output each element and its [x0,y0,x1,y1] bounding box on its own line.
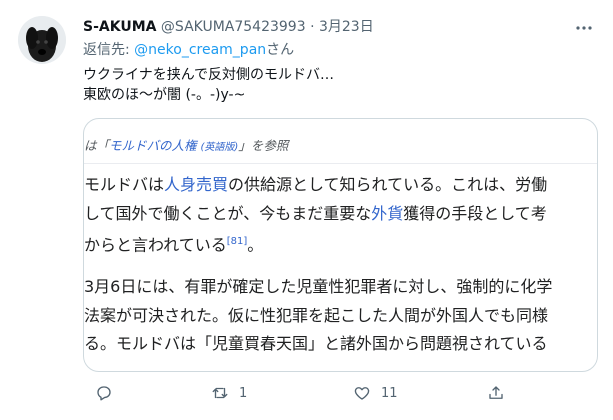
wiki-paragraph: 3月6日には、有罪が確定した児童性犯罪者に対し、強制的に化学 法案が可決された。… [84,273,552,359]
wiki-line: モルドバは人身売買の供給源として知られている。これは、労働 [84,171,547,200]
tweet-text-line: ウクライナを挟んで反対側のモルドバ… [83,67,335,83]
tweet-text: ウクライナを挟んで反対側のモルドバ… 東欧のほ～が闇 (-。-)y-~ [83,65,334,105]
tweet-header: S-AKUMA @SAKUMA75423993 · 3月23日 [83,18,374,36]
attached-image[interactable]: は「モルドバの人権 (英語版)」を参照 モルドバは人身売買の供給源として知られて… [83,118,598,372]
see-also-note: は「モルドバの人権 (英語版)」を参照 [84,135,288,154]
wiki-screenshot: は「モルドバの人権 (英語版)」を参照 モルドバは人身売買の供給源として知られて… [84,119,597,371]
see-also-link: モルドバの人権 [109,138,197,153]
wiki-text: して国外で働くことが、今もまだ重要な [84,203,372,223]
separator-dot: · [310,19,315,35]
wiki-text: の供給源として知られている。これは、労働 [228,175,548,194]
wiki-line: からと言われている[81]。 [84,228,547,260]
like-count: 11 [381,385,398,401]
like-icon [354,387,370,400]
wiki-text: 獲得の手段として考 [403,203,547,223]
divider [84,163,597,164]
see-also-suffix: 」を参照 [238,138,289,153]
display-name[interactable]: S-AKUMA [83,19,156,35]
wiki-link: 人身売買 [164,175,229,194]
wiki-text: 。 [247,235,264,255]
share-button[interactable] [487,382,505,404]
wiki-line: して国外で働くことが、今もまだ重要な外貨獲得の手段として考 [84,200,547,229]
wiki-text: モルドバは [84,175,165,194]
wiki-line: る。モルドバは「児童買春天国」と諸外国から問題視されている [84,334,548,353]
reply-button[interactable] [95,382,123,404]
retweet-icon [212,387,228,399]
tweet-date[interactable]: 3月23日 [319,19,374,35]
wiki-text: からと言われている [84,235,227,255]
retweet-button[interactable]: 1 [211,382,247,404]
reply-to-line: 返信先: @neko_cream_panさん [83,41,294,59]
wiki-line: 3月6日には、有罪が確定した児童性犯罪者に対し、強制的に化学 [84,277,553,296]
wiki-paragraph: モルドバは人身売買の供給源として知られている。これは、労働 して国外で働くことが… [84,171,547,260]
user-handle[interactable]: @SAKUMA75423993 [161,19,306,35]
reply-icon [97,386,111,401]
like-button[interactable]: 11 [353,382,398,404]
retweet-count: 1 [239,385,248,401]
wiki-line: 法案が可決された。仮に性犯罪を起こした人間が外国人でも同様 [84,305,549,325]
reply-suffix: さん [266,42,295,58]
avatar[interactable] [18,16,66,64]
citation-ref: [81] [226,236,248,247]
wiki-link: 外貨 [371,203,404,223]
see-also-prefix: は「 [84,138,110,153]
see-also-lang: (英語版) [200,142,239,153]
more-icon[interactable] [572,18,596,38]
reply-to-link[interactable]: @neko_cream_pan [134,42,266,58]
dog-avatar-image [18,16,66,64]
tweet-actions: 1 11 [83,382,596,404]
tweet-text-line: 東欧のほ～が闇 (-。-)y-~ [83,87,246,103]
tweet[interactable]: S-AKUMA @SAKUMA75423993 · 3月23日 返信先: @ne… [0,0,613,420]
share-icon [489,386,503,399]
reply-prefix: 返信先: [83,42,135,58]
